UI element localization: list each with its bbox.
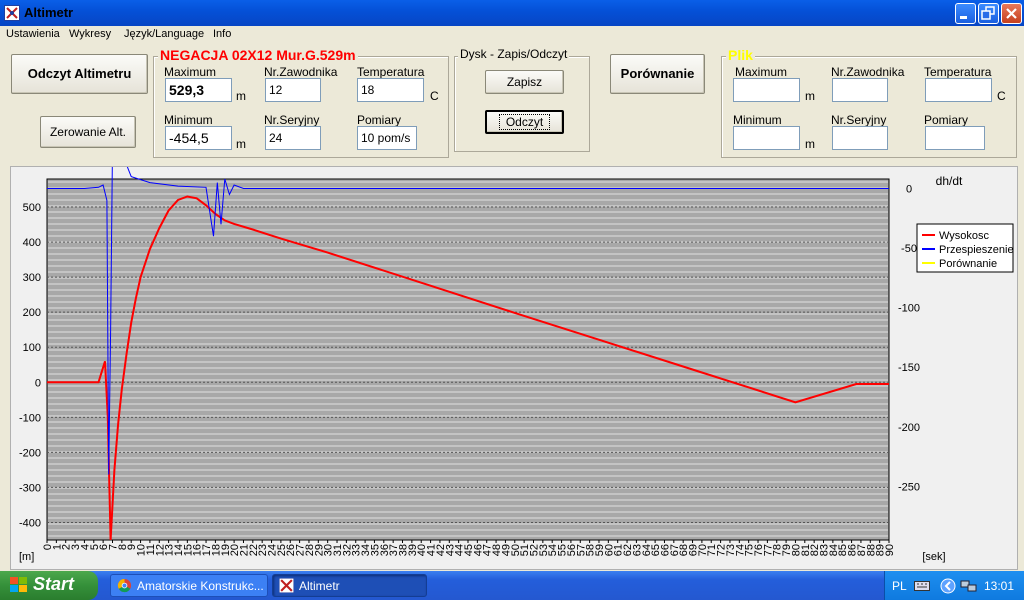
title-bar xyxy=(0,0,1024,26)
minimum-label: Minimum xyxy=(164,113,213,127)
y-tick-label: -400 xyxy=(19,517,41,529)
y2-tick-label: 0 xyxy=(906,184,912,196)
file-maximum-field[interactable] xyxy=(733,78,800,102)
y-tick-label: 300 xyxy=(23,272,41,284)
serial-label: Nr.Seryjny xyxy=(264,113,320,127)
file-title: Plik xyxy=(726,47,755,63)
file-samples-field[interactable] xyxy=(925,126,985,150)
competitor-field[interactable] xyxy=(265,78,321,102)
maximum-unit: m xyxy=(236,89,246,103)
start-button[interactable]: Start xyxy=(0,571,98,600)
y-tick-label: 200 xyxy=(23,307,41,319)
y2-tick-label: -200 xyxy=(898,422,920,434)
flight-title: NEGACJA 02X12 Mur.G.529m xyxy=(158,47,358,63)
window-title: Altimetr xyxy=(24,5,74,20)
disk-title: Dysk - Zapis/Odczyt xyxy=(458,47,570,61)
y2-tick-label: -150 xyxy=(898,362,920,374)
file-samples-label: Pomiary xyxy=(924,113,969,127)
file-maximum-label: Maximum xyxy=(735,65,788,79)
y-tick-label: 400 xyxy=(23,237,41,249)
y-tick-label: 0 xyxy=(35,377,41,389)
plot-area xyxy=(46,178,890,541)
file-minimum-field[interactable] xyxy=(733,126,800,150)
file-temperature-field[interactable] xyxy=(925,78,992,102)
taskbar-item-altimetr[interactable]: Altimetr xyxy=(272,574,427,597)
y2-tick-label: -50 xyxy=(901,243,917,255)
file-serial-label: Nr.Seryjny xyxy=(831,113,887,127)
samples-field[interactable] xyxy=(357,126,417,150)
file-serial-field[interactable] xyxy=(832,126,888,150)
y-axis-label: [m] xyxy=(19,551,34,563)
network-icon[interactable] xyxy=(960,578,978,597)
show-hidden-icons-icon[interactable] xyxy=(940,578,956,597)
menu-language[interactable]: Język/Language xyxy=(124,28,204,40)
taskbar-item-browser-label: Amatorskie Konstrukc... xyxy=(137,579,264,593)
file-temperature-unit: C xyxy=(997,89,1006,103)
taskbar-item-browser[interactable]: Amatorskie Konstrukc... xyxy=(110,574,268,597)
minimize-icon xyxy=(960,16,967,19)
language-indicator[interactable]: PL xyxy=(892,579,907,593)
y2-axis-label: dh/dt xyxy=(936,174,963,188)
taskbar-item-altimetr-label: Altimetr xyxy=(299,579,340,593)
x-axis-label: [sek] xyxy=(922,551,945,563)
save-button[interactable]: Zapisz xyxy=(485,70,564,94)
y-tick-label: 500 xyxy=(23,202,41,214)
temperature-field[interactable] xyxy=(357,78,424,102)
restore-button[interactable] xyxy=(978,3,999,24)
reset-altimeter-button[interactable]: Zerowanie Alt. xyxy=(40,116,136,148)
altitude-chart-panel: 500 400 300 200 100 0 -100 -200 -300 -400 0 -50 -100… xyxy=(10,133,1018,570)
competitor-label: Nr.Zawodnika xyxy=(264,65,338,79)
maximum-field[interactable] xyxy=(165,78,232,102)
file-competitor-label: Nr.Zawodnika xyxy=(831,65,905,79)
restore-icon xyxy=(981,6,995,20)
x-tick-label: 90 xyxy=(884,544,896,556)
windows-logo-icon xyxy=(10,577,28,598)
keyboard-icon[interactable] xyxy=(914,580,930,595)
read-altimeter-button[interactable]: Odczyt Altimetru xyxy=(11,54,148,94)
app-icon xyxy=(4,5,20,21)
temperature-unit: C xyxy=(430,89,439,103)
file-minimum-label: Minimum xyxy=(733,113,782,127)
close-button[interactable] xyxy=(1001,3,1022,24)
read-file-label: Odczyt xyxy=(498,114,551,130)
y-tick-label: -300 xyxy=(19,482,41,494)
file-temperature-label: Temperatura xyxy=(924,65,992,79)
altimetr-task-icon xyxy=(278,577,295,596)
samples-label: Pomiary xyxy=(357,113,402,127)
close-icon xyxy=(1006,8,1017,19)
menu-ustawienia[interactable]: Ustawienia xyxy=(6,28,60,40)
compare-button[interactable]: Porównanie xyxy=(610,54,705,94)
file-minimum-unit: m xyxy=(805,137,815,151)
y2-tick-label: -100 xyxy=(898,303,920,315)
legend-label: Wysokosc xyxy=(939,230,990,242)
maximum-label: Maximum xyxy=(164,65,217,79)
serial-field[interactable] xyxy=(265,126,321,150)
legend-label: Przespieszenie xyxy=(939,244,1014,256)
menu-wykresy[interactable]: Wykresy xyxy=(69,28,111,40)
minimum-field[interactable] xyxy=(165,126,232,150)
file-maximum-unit: m xyxy=(805,89,815,103)
file-competitor-field[interactable] xyxy=(832,78,888,102)
menu-info[interactable]: Info xyxy=(213,28,231,40)
minimize-button[interactable] xyxy=(955,3,976,24)
legend-label: Porównanie xyxy=(939,258,997,270)
temperature-label: Temperatura xyxy=(357,65,425,79)
start-label: Start xyxy=(33,574,75,594)
y-tick-label: -200 xyxy=(19,447,41,459)
minimum-unit: m xyxy=(236,137,246,151)
y-tick-label: 100 xyxy=(23,342,41,354)
clock: 13:01 xyxy=(984,579,1015,593)
read-file-button[interactable]: Odczyt xyxy=(485,110,564,134)
y2-tick-label: -250 xyxy=(898,481,920,493)
y-tick-label: -100 xyxy=(19,412,41,424)
altitude-chart: 500 400 300 200 100 0 -100 -200 -300 -400 0 -50 -100… xyxy=(19,133,1014,563)
chrome-icon xyxy=(117,578,132,596)
